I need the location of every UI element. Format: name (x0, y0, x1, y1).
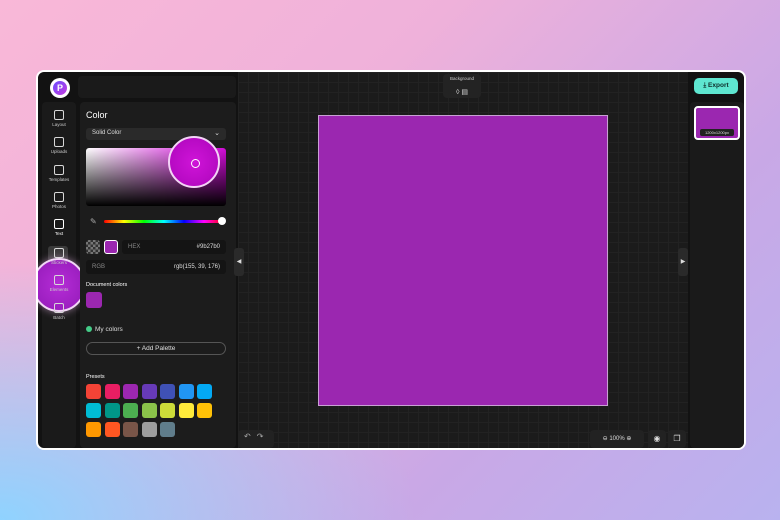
sidebar-rail: Layout Uploads Templates Photos Text Sti… (38, 102, 86, 448)
preset-swatch[interactable] (104, 403, 120, 418)
sidebar-item-batch[interactable]: Batch (42, 303, 76, 320)
layout-icon (54, 110, 64, 120)
document-colors-label: Document colors (86, 282, 128, 288)
hex-value: #9b27b0 (196, 244, 220, 250)
sidebar-item-stickers[interactable]: Stickers (42, 248, 76, 265)
zoom-in-icon[interactable]: ⊕ (626, 436, 631, 442)
preset-swatch[interactable] (86, 422, 101, 437)
preset-swatch[interactable] (141, 384, 157, 399)
zoom-level: 100% (609, 436, 625, 442)
preset-swatch[interactable] (197, 384, 212, 399)
preset-swatch[interactable] (104, 384, 120, 399)
eyedropper-icon[interactable]: ✎ (90, 217, 97, 226)
upload-icon (54, 137, 64, 147)
book-icon (54, 165, 64, 175)
preview-eye-icon[interactable]: ◉ (648, 430, 666, 448)
app-logo[interactable]: P (50, 78, 70, 98)
preset-swatch[interactable] (86, 384, 101, 399)
panel-title: Color (86, 110, 108, 120)
pages-panel (690, 102, 744, 448)
sidebar-item-layout[interactable]: Layout (42, 110, 76, 127)
design-canvas[interactable] (318, 115, 608, 406)
hue-slider-knob[interactable] (218, 217, 226, 225)
background-toolbar: Background ◊ ▤ (443, 74, 481, 98)
preset-swatch[interactable] (123, 422, 138, 437)
undo-icon[interactable]: ↶ (244, 432, 257, 441)
transparent-swatch[interactable] (86, 240, 100, 254)
redo-icon[interactable]: ↷ (257, 432, 270, 441)
my-colors-label: My colors (95, 326, 123, 333)
preset-swatch[interactable] (178, 384, 194, 399)
image-icon (54, 192, 64, 202)
preset-swatch[interactable] (178, 403, 194, 418)
logo-mark: P (53, 81, 67, 95)
sidebar-item-templates[interactable]: Templates (42, 165, 76, 182)
hex-label: HEX (128, 244, 141, 250)
preset-swatch[interactable] (141, 403, 157, 418)
preset-swatch[interactable] (197, 403, 212, 418)
picker-magnifier-highlight (168, 136, 220, 188)
pattern-icon[interactable]: ▤ (461, 89, 468, 96)
export-button[interactable]: ⤓ Export (694, 78, 738, 94)
sticker-icon (54, 248, 64, 258)
collapse-right-panel-button[interactable]: ▶ (678, 248, 688, 276)
preset-swatch[interactable] (123, 403, 138, 418)
add-palette-button[interactable]: + Add Palette (86, 342, 226, 355)
zoom-out-icon[interactable]: ⊖ (603, 436, 608, 442)
preset-swatch[interactable] (160, 403, 175, 418)
app-window: P Layout Uploads Templates Photos Text S… (36, 70, 746, 450)
preset-swatch[interactable] (160, 422, 175, 437)
hex-field[interactable]: HEX #9b27b0 (122, 240, 226, 254)
top-left-toolbar (78, 76, 236, 98)
chevron-down-icon: ⌄ (214, 130, 220, 137)
toggle-icon (86, 326, 92, 333)
picker-handle[interactable] (191, 159, 200, 168)
page-size-label: 1200x1200px (700, 129, 734, 136)
preset-swatch[interactable] (141, 422, 157, 437)
droplet-icon[interactable]: ◊ (456, 89, 459, 96)
sidebar-item-photos[interactable]: Photos (42, 192, 76, 209)
shapes-icon (54, 275, 64, 285)
my-colors-toggle[interactable]: My colors (86, 326, 123, 333)
background-label: Background (449, 76, 475, 81)
preset-swatch[interactable] (104, 422, 120, 437)
current-color-swatch[interactable] (104, 240, 118, 254)
rgb-label: RGB (92, 264, 106, 270)
color-mode-value: Solid Color (92, 130, 122, 136)
batch-icon (54, 303, 64, 313)
export-label: Export (708, 82, 729, 89)
color-panel: Color Solid Color ⌄ ✎ HEX #9b27b0 RGB rg… (80, 102, 236, 448)
sidebar-item-elements[interactable]: Elements (42, 275, 76, 292)
text-icon (54, 219, 64, 229)
undo-redo-group: ↶↷ (238, 430, 274, 448)
preset-swatch[interactable] (86, 403, 101, 418)
zoom-control: ⊖ 100% ⊕ (590, 430, 644, 448)
sidebar-item-text[interactable]: Text (42, 219, 76, 236)
preset-swatch[interactable] (123, 384, 138, 399)
collapse-left-panel-button[interactable]: ◀ (234, 248, 244, 276)
rgb-field[interactable]: RGB rgb(155, 39, 176) (86, 260, 226, 274)
presets-label: Presets (86, 374, 105, 380)
sidebar-item-uploads[interactable]: Uploads (42, 137, 76, 154)
duplicate-icon[interactable]: ❐ (668, 430, 686, 448)
document-color-swatch[interactable] (86, 292, 102, 308)
preset-swatch[interactable] (160, 384, 175, 399)
hue-slider[interactable] (104, 217, 226, 225)
page-thumbnail[interactable]: 1200x1200px (694, 106, 740, 140)
rgb-value: rgb(155, 39, 176) (173, 264, 220, 270)
download-icon: ⤓ (703, 82, 707, 89)
